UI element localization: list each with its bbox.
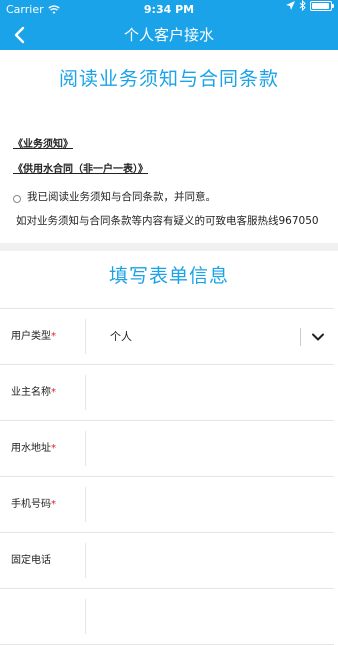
owner-name-field[interactable] <box>86 365 334 420</box>
location-icon <box>286 1 295 10</box>
agree-row: 我已阅读业务须知与合同条款，并同意。 <box>0 189 338 204</box>
business-notice-link[interactable]: 《业务须知》 <box>13 135 338 150</box>
mobile-input[interactable] <box>86 477 334 532</box>
mobile-label: 手机号码* <box>11 499 56 510</box>
required-mark: * <box>51 387 56 398</box>
agree-checkbox[interactable] <box>13 194 21 203</box>
battery-icon <box>310 0 334 11</box>
select-separator <box>300 328 301 346</box>
water-address-row: 用水地址* <box>0 421 334 477</box>
landline-input[interactable] <box>86 533 334 588</box>
chevron-down-icon[interactable] <box>311 330 325 344</box>
bluetooth-icon <box>299 0 306 11</box>
nav-bar: 个人客户接水 <box>0 20 338 50</box>
mobile-field[interactable] <box>86 477 334 532</box>
section-divider <box>0 243 338 251</box>
user-type-row: 用户类型* 个人 <box>0 308 334 365</box>
owner-name-row: 业主名称* <box>0 365 334 421</box>
water-contract-link[interactable]: 《供用水合同（非一户一表）》 <box>13 160 338 175</box>
terms-links: 《业务须知》 《供用水合同（非一户一表）》 <box>0 135 338 175</box>
row-divider <box>85 599 86 634</box>
next-row <box>0 589 334 645</box>
required-mark: * <box>51 443 56 454</box>
required-mark: * <box>51 499 56 510</box>
landline-row: 固定电话 <box>0 533 334 589</box>
water-address-label: 用水地址* <box>11 443 56 454</box>
form-heading: 填写表单信息 <box>108 265 229 287</box>
page-title: 个人客户接水 <box>123 26 214 44</box>
user-type-label: 用户类型* <box>11 331 56 342</box>
landline-label: 固定电话 <box>11 555 51 566</box>
back-icon[interactable] <box>8 23 32 47</box>
user-type-value: 个人 <box>110 330 132 343</box>
agree-text: 我已阅读业务须知与合同条款，并同意。 <box>27 191 216 203</box>
owner-name-label: 业主名称* <box>11 387 56 398</box>
water-address-field[interactable] <box>86 421 334 476</box>
status-bar: Carrier 9:34 PM <box>0 0 338 20</box>
customer-form: 用户类型* 个人 业主名称* 用水地址* 手机号码* 固定电话 <box>0 308 338 645</box>
status-right <box>286 0 334 11</box>
user-type-select[interactable]: 个人 <box>86 309 334 364</box>
terms-heading: 阅读业务须知与合同条款 <box>58 68 279 90</box>
landline-field[interactable] <box>86 533 334 588</box>
required-mark: * <box>51 331 56 342</box>
hotline-text: 如对业务须知与合同条款等内容有疑义的可致电客服热线967050 <box>16 215 319 227</box>
owner-name-input[interactable] <box>86 365 334 420</box>
water-address-input[interactable] <box>86 421 334 476</box>
mobile-row: 手机号码* <box>0 477 334 533</box>
